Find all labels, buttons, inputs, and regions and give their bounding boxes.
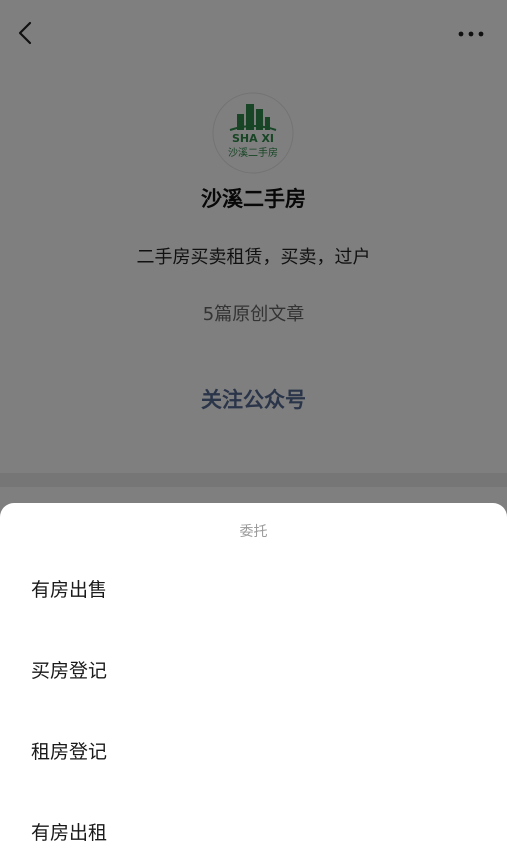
action-sheet-title: 委托 — [239, 524, 268, 540]
sheet-item-sell-house[interactable]: 有房出售 — [0, 550, 507, 631]
action-sheet: 委托 有房出售 买房登记 租房登记 有房出租 — [0, 503, 507, 865]
sheet-item-buy-register[interactable]: 买房登记 — [0, 631, 507, 712]
sheet-item-rent-out[interactable]: 有房出租 — [0, 793, 507, 865]
sheet-item-rent-register[interactable]: 租房登记 — [0, 712, 507, 793]
